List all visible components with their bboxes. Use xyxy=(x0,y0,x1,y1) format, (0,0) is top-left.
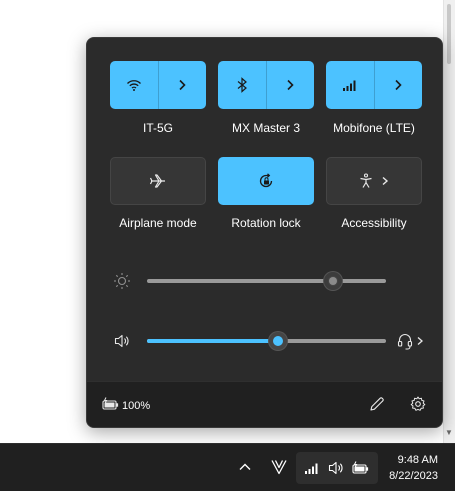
chevron-right-icon[interactable] xyxy=(380,176,390,186)
edit-icon[interactable] xyxy=(369,396,385,412)
clock[interactable]: 9:48 AM 8/22/2023 xyxy=(389,452,438,484)
tile-bluetooth[interactable] xyxy=(218,61,314,109)
cellular-icon[interactable] xyxy=(326,61,374,109)
wifi-icon[interactable] xyxy=(110,61,158,109)
brightness-slider[interactable] xyxy=(147,272,386,290)
scrollbar-thumb[interactable] xyxy=(447,4,451,64)
audio-output-button[interactable] xyxy=(397,332,424,350)
battery-percent: 100% xyxy=(122,400,151,412)
tile-wifi[interactable] xyxy=(110,61,206,109)
clock-date: 8/22/2023 xyxy=(389,470,438,482)
app-v-icon[interactable] xyxy=(270,458,288,476)
chevron-right-icon[interactable] xyxy=(266,61,314,109)
tile-accessibility[interactable] xyxy=(326,157,422,205)
tile-airplane-mode[interactable] xyxy=(110,157,206,205)
accessibility-icon[interactable] xyxy=(358,173,374,189)
volume-slider[interactable] xyxy=(147,332,386,350)
battery-charging-icon[interactable] xyxy=(102,397,120,411)
chevron-right-icon[interactable] xyxy=(158,61,206,109)
clock-time: 9:48 AM xyxy=(397,454,438,466)
tile-label-cellular: Mobifone (LTE) xyxy=(333,121,415,135)
chevron-up-icon[interactable] xyxy=(238,460,252,474)
taskbar: 9:48 AM 8/22/2023 xyxy=(0,443,455,491)
rotation-lock-icon[interactable] xyxy=(218,157,314,205)
scroll-down-arrow-icon[interactable]: ▼ xyxy=(445,428,453,437)
volume-slider-fill xyxy=(147,339,279,343)
window-scrollbar[interactable] xyxy=(443,0,455,443)
tile-rotation-lock[interactable] xyxy=(218,157,314,205)
bluetooth-icon[interactable] xyxy=(218,61,266,109)
headset-icon xyxy=(397,332,413,350)
quick-settings-footer: 100% xyxy=(87,381,442,427)
speaker-icon xyxy=(327,459,345,477)
airplane-icon[interactable] xyxy=(111,158,205,204)
speaker-icon[interactable] xyxy=(113,332,131,350)
battery-charging-icon xyxy=(352,461,370,475)
quick-settings-panel: IT-5G MX Master 3 Mobifone (LTE) Airplan… xyxy=(86,37,443,428)
brightness-slider-thumb[interactable] xyxy=(324,272,343,290)
tile-label-accessibility: Accessibility xyxy=(341,216,407,230)
cellular-icon xyxy=(304,461,320,475)
sun-icon xyxy=(113,272,131,290)
volume-slider-thumb[interactable] xyxy=(269,332,288,350)
tile-cellular[interactable] xyxy=(326,61,422,109)
chevron-right-icon[interactable] xyxy=(374,61,422,109)
gear-icon[interactable] xyxy=(410,396,426,412)
chevron-right-icon xyxy=(416,336,424,346)
system-tray-status-button[interactable] xyxy=(296,452,378,484)
